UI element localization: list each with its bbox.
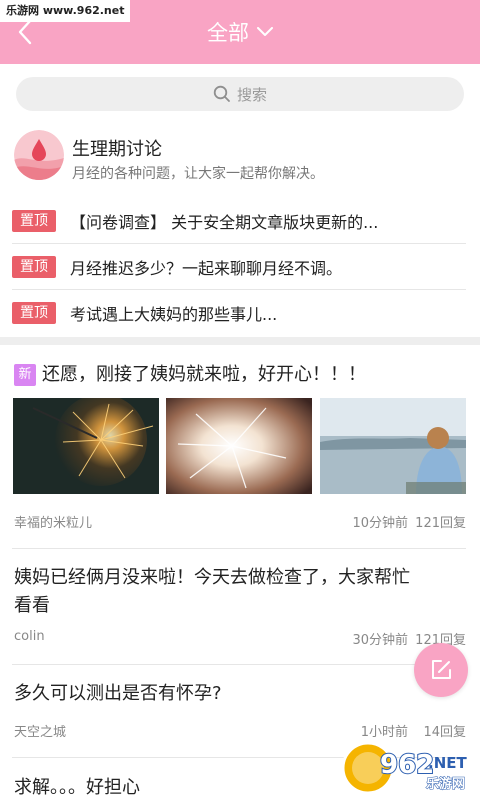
pinned-title: 考试遇上大姨妈的那些事儿... bbox=[70, 305, 278, 324]
pinned-post[interactable]: 置顶 月经推迟多少？一起来聊聊月经不调。 bbox=[12, 244, 466, 290]
pinned-badge: 置顶 bbox=[12, 302, 56, 324]
post-author[interactable]: 幸福的米粒儿 bbox=[14, 512, 92, 531]
post-image-sparkler-1[interactable] bbox=[13, 398, 159, 494]
pinned-badge: 置顶 bbox=[12, 209, 56, 232]
forum-avatar bbox=[14, 130, 64, 180]
post-title[interactable]: 姨妈已经俩月没来啦！今天去做检查了，大家帮忙 看看 bbox=[14, 564, 466, 620]
pinned-post[interactable]: 置顶 【问卷调查】 关于安全期文章版块更新的... bbox=[12, 198, 466, 244]
forum-name: 生理期讨论 bbox=[72, 139, 162, 160]
watermark-site: 乐游网 www.962.net bbox=[0, 0, 131, 22]
droplet-icon bbox=[14, 130, 64, 180]
post-time: 10分钟前 bbox=[352, 516, 408, 531]
edit-icon bbox=[432, 660, 451, 679]
chevron-down-icon bbox=[257, 27, 273, 37]
new-badge: 新 bbox=[14, 364, 36, 386]
pinned-title: 月经推迟多少？一起来聊聊月经不调。 bbox=[70, 258, 343, 278]
post-title[interactable]: 多久可以测出是否有怀孕? bbox=[14, 680, 222, 708]
post-image-sparkler-2[interactable] bbox=[166, 398, 312, 494]
logo-net: .NET bbox=[428, 754, 467, 772]
search-input[interactable]: 搜索 bbox=[16, 77, 464, 111]
compose-button[interactable] bbox=[414, 643, 468, 697]
page-title: 全部 bbox=[207, 21, 249, 45]
post-title-line-2: 看看 bbox=[14, 595, 50, 616]
post-author[interactable]: colin bbox=[14, 629, 45, 644]
search-placeholder: 搜索 bbox=[236, 85, 267, 104]
post-title-line-1: 姨妈已经俩月没来啦！今天去做检查了，大家帮忙 bbox=[14, 567, 410, 588]
row-divider bbox=[12, 664, 466, 665]
forum-header: 生理期讨论 月经的各种问题，让大家一起帮你解决。 bbox=[14, 130, 466, 182]
post-meta: 幸福的米粒儿 10分钟前 121回复 bbox=[14, 512, 466, 532]
post-reply-count: 121回复 bbox=[415, 516, 466, 531]
pinned-post[interactable]: 置顶 考试遇上大姨妈的那些事儿... bbox=[12, 290, 466, 336]
forum-description: 月经的各种问题，让大家一起帮你解决。 bbox=[72, 166, 324, 182]
logo-number: 962 bbox=[380, 750, 434, 780]
post-time: 30分钟前 bbox=[352, 633, 408, 648]
search-icon bbox=[213, 85, 231, 103]
row-divider bbox=[12, 548, 466, 549]
post-image-girl-lake[interactable] bbox=[320, 398, 466, 494]
logo-subtitle: 乐游网 bbox=[426, 776, 465, 792]
post-meta: colin 30分钟前 121回复 bbox=[14, 629, 466, 649]
post-title[interactable]: 新还愿，刚接了姨妈就来啦，好开心！！！ bbox=[14, 361, 366, 389]
pinned-badge: 置顶 bbox=[12, 255, 56, 278]
post-title[interactable]: 求解。。。好担心 bbox=[14, 774, 140, 800]
pinned-title: 【问卷调查】 关于安全期文章版块更新的... bbox=[70, 212, 379, 232]
section-divider bbox=[0, 337, 480, 345]
post-title-text: 还愿，刚接了姨妈就来啦，好开心！！！ bbox=[42, 364, 366, 385]
site-logo: 962 .NET 乐游网 bbox=[340, 738, 478, 796]
post-author[interactable]: 天空之城 bbox=[14, 721, 66, 740]
post-title-text: 多久可以测出是否有怀孕? bbox=[14, 683, 222, 704]
post-title-text: 求解。。。好担心 bbox=[14, 777, 140, 798]
